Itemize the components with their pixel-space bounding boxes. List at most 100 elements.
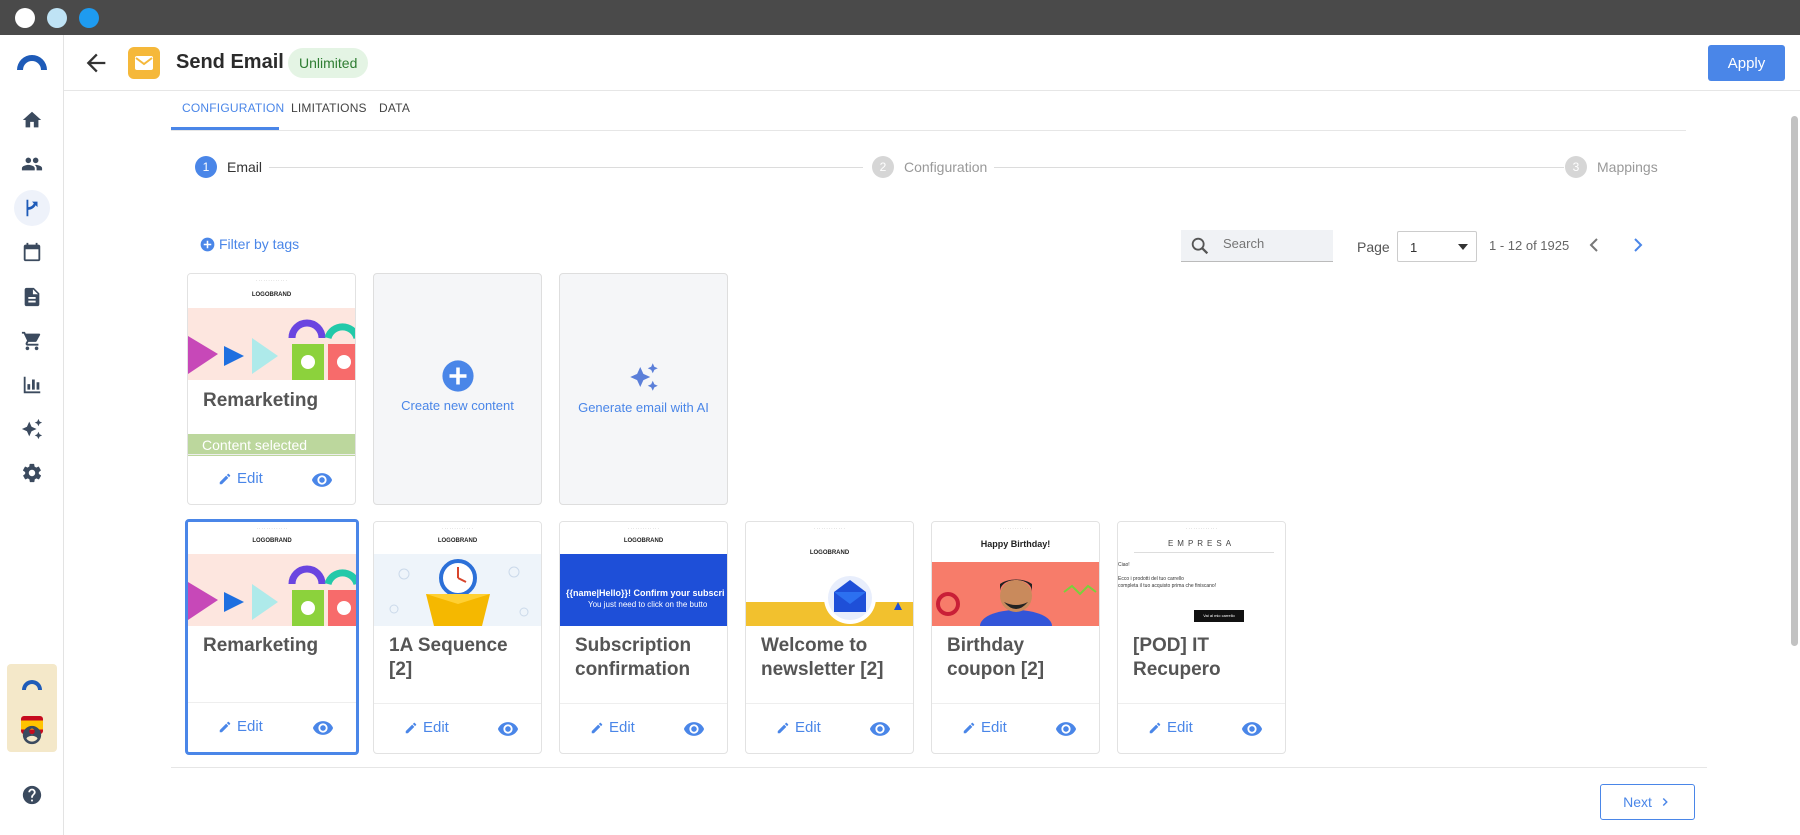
card-title: Birthday coupon [2] <box>947 635 1045 680</box>
selected-content-card[interactable]: · · · · · · · · · · · · · LOGOBRAND Rema… <box>187 273 356 505</box>
flow-icon[interactable] <box>14 190 50 226</box>
tab-limitations[interactable]: LIMITATIONS <box>291 101 367 115</box>
pencil-icon <box>1149 722 1161 733</box>
content-card[interactable]: · · · · · · · · · · · · · LOGOBRAND 1A S… <box>373 521 542 754</box>
content-selected-bar: Content selected <box>188 434 355 456</box>
eye-icon[interactable] <box>311 469 333 491</box>
eye-icon[interactable] <box>1241 718 1263 740</box>
birthday-heading: Happy Birthday! <box>980 539 1051 549</box>
card-title: 1A Sequence [2] <box>389 635 508 680</box>
edit-label: Edit <box>237 470 263 487</box>
eye-icon[interactable] <box>1055 718 1077 740</box>
page-select[interactable]: 1 <box>1397 231 1477 262</box>
eye-icon[interactable] <box>869 718 891 740</box>
edit-label: Edit <box>1167 719 1193 736</box>
previous-page-icon[interactable] <box>1582 233 1606 257</box>
edit-button[interactable]: Edit <box>962 719 1007 736</box>
card-actions: Edit <box>932 703 1099 753</box>
gear-icon[interactable] <box>14 455 50 491</box>
document-icon[interactable] <box>14 279 50 315</box>
thumb-logo: LOGOBRAND <box>623 538 664 544</box>
subscription-banner: {{name|Hello}}! Confirm your subscri You… <box>560 554 727 626</box>
search-box[interactable] <box>1181 230 1333 262</box>
edit-button[interactable]: Edit <box>590 719 635 736</box>
edit-button[interactable]: Edit <box>776 719 821 736</box>
pencil-icon <box>219 721 231 732</box>
scrollbar[interactable] <box>1791 116 1798 646</box>
next-label: Next <box>1623 794 1652 810</box>
apply-button[interactable]: Apply <box>1708 45 1785 81</box>
page-label: Page <box>1357 239 1390 255</box>
search-input[interactable] <box>1223 236 1323 251</box>
thumb-preheader: · · · · · · · · · · · · · <box>1000 526 1031 531</box>
thumb-logo: LOGOBRAND <box>252 538 292 544</box>
pencil-icon <box>591 722 603 733</box>
card-title: Remarketing <box>203 635 319 656</box>
calendar-icon[interactable] <box>14 234 50 270</box>
chart-icon[interactable] <box>14 367 50 403</box>
generate-email-ai-label: Generate email with AI <box>578 400 709 415</box>
content-card[interactable]: · · · · · · · · · · · · · Happy Birthday… <box>931 521 1100 754</box>
empresa-logo: EMPRESA <box>1167 539 1236 548</box>
thumb-preheader: · · · · · · · · · · · · · <box>256 278 287 283</box>
step-2-label[interactable]: Configuration <box>904 159 987 175</box>
content-card[interactable]: · · · · · · · · · · · · · LOGOBRAND Welc… <box>745 521 914 754</box>
eye-icon[interactable] <box>497 718 519 740</box>
home-icon[interactable] <box>14 102 50 138</box>
thumb-preheader: · · · · · · · · · · · · · <box>1186 526 1217 531</box>
window-close-button[interactable] <box>15 8 35 28</box>
birthday-thumbnail: · · · · · · · · · · · · · Happy Birthday… <box>932 522 1099 626</box>
back-arrow-icon[interactable] <box>82 49 110 77</box>
edit-button[interactable]: Edit <box>1148 719 1193 736</box>
content-card[interactable]: · · · · · · · · · · · · · LOGOBRAND Rema… <box>185 519 359 755</box>
next-button[interactable]: Next <box>1600 784 1695 820</box>
email-icon <box>128 47 160 79</box>
filter-by-tags-button[interactable]: Filter by tags <box>200 236 299 252</box>
top-bar: Send Email Unlimited Apply <box>64 35 1800 91</box>
org-logo-icon <box>20 678 44 692</box>
divider <box>1134 552 1274 553</box>
app-logo-icon[interactable] <box>15 52 49 72</box>
edit-button[interactable]: Edit <box>218 718 263 735</box>
tab-data[interactable]: DATA <box>379 101 410 115</box>
step-1-label[interactable]: Email <box>227 159 262 175</box>
step-3-label[interactable]: Mappings <box>1597 159 1658 175</box>
edit-label: Edit <box>423 719 449 736</box>
generate-email-ai-card[interactable]: Generate email with AI <box>559 273 728 505</box>
edit-label: Edit <box>237 718 263 735</box>
create-new-content-card[interactable]: Create new content <box>373 273 542 505</box>
caret-down-icon <box>1458 244 1468 250</box>
step-3-number: 3 <box>1565 156 1587 178</box>
thumb-preheader: · · · · · · · · · · · · · <box>814 526 845 531</box>
pod-greeting: Ciao! <box>1118 562 1130 568</box>
next-page-icon[interactable] <box>1626 233 1650 257</box>
thumb-logo: LOGOBRAND <box>809 550 850 556</box>
card-actions: Edit <box>188 702 356 752</box>
card-actions: Edit <box>374 703 541 753</box>
window-minimize-button[interactable] <box>47 8 67 28</box>
edit-button[interactable]: Edit <box>218 470 263 487</box>
sidebar <box>0 35 64 835</box>
subscription-thumbnail: · · · · · · · · · · · · · LOGOBRAND {{na… <box>560 522 727 626</box>
window-titlebar <box>0 0 1800 35</box>
card-actions: Edit <box>1118 703 1285 753</box>
eye-icon[interactable] <box>312 717 334 739</box>
content-card[interactable]: · · · · · · · · · · · · · LOGOBRAND {{na… <box>559 521 728 754</box>
cart-icon[interactable] <box>14 323 50 359</box>
edit-label: Edit <box>609 719 635 736</box>
edit-button[interactable]: Edit <box>404 719 449 736</box>
eye-icon[interactable] <box>683 718 705 740</box>
user-icon[interactable] <box>14 717 50 753</box>
remarketing-thumbnail: · · · · · · · · · · · · · LOGOBRAND <box>188 274 355 380</box>
subscription-heading: {{name|Hello}}! Confirm your subscri <box>566 588 725 598</box>
thumb-logo: LOGOBRAND <box>437 538 478 544</box>
thumb-preheader: · · · · · · · · · · · · · <box>442 526 473 531</box>
content-card[interactable]: · · · · · · · · · · · · · EMPRESA Ciao! … <box>1117 521 1286 754</box>
add-circle-icon <box>200 237 215 251</box>
people-icon[interactable] <box>14 146 50 182</box>
sparkle-icon[interactable] <box>14 411 50 447</box>
tab-configuration[interactable]: CONFIGURATION <box>182 101 284 115</box>
help-icon[interactable] <box>14 777 50 813</box>
pencil-icon <box>219 473 231 484</box>
window-maximize-button[interactable] <box>79 8 99 28</box>
